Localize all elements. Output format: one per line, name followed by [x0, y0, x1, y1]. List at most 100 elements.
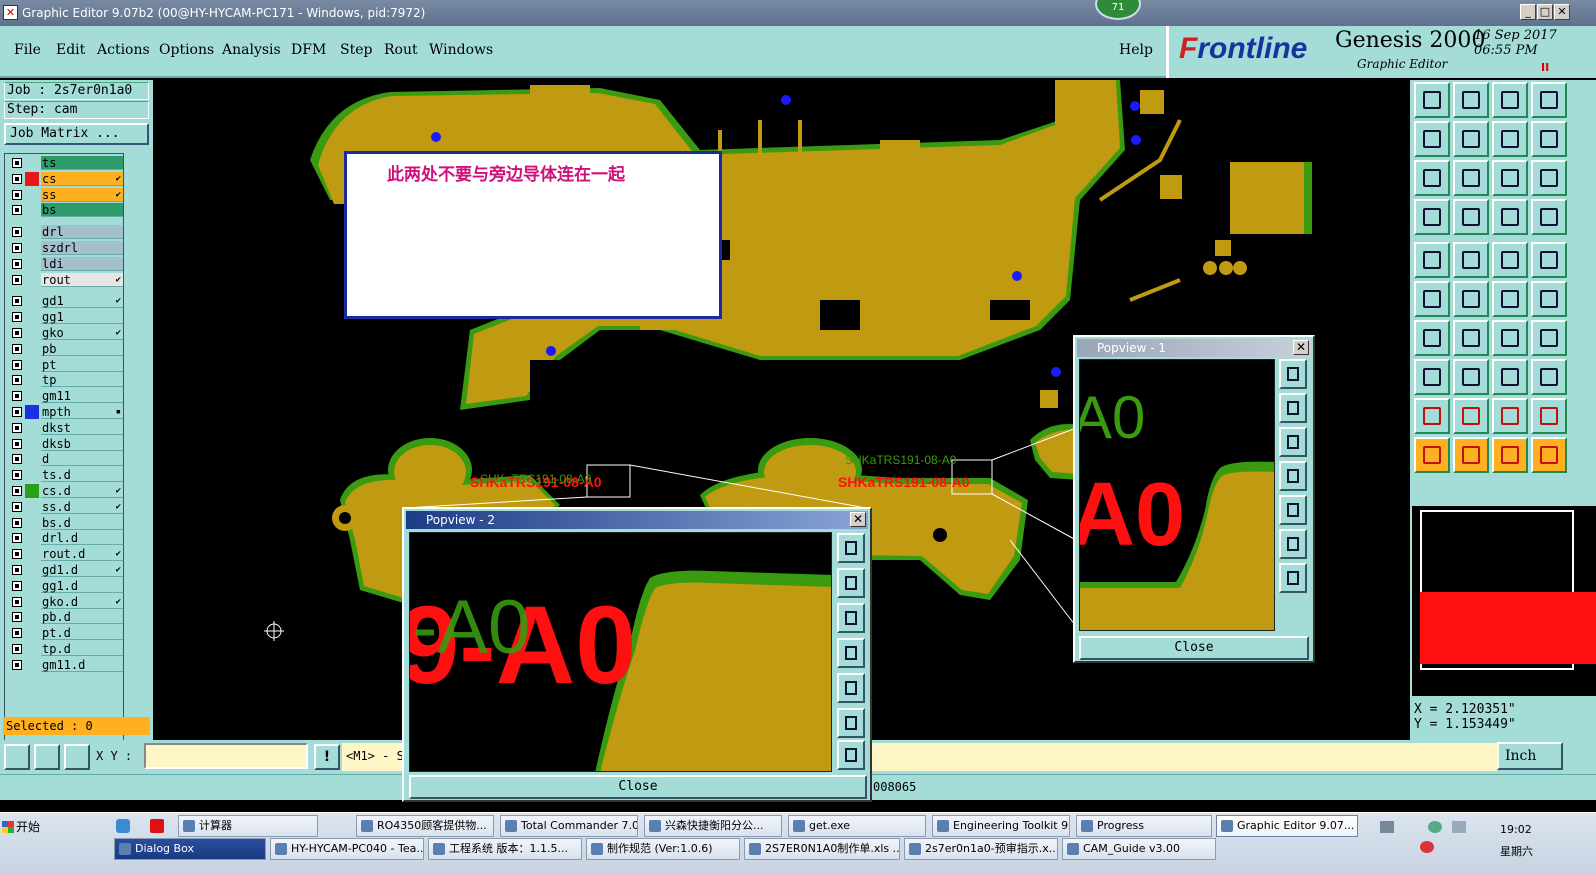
keyboard-icon[interactable] — [1380, 821, 1394, 833]
popview-1-close-button[interactable]: Close — [1079, 636, 1309, 660]
pv1-zoom-out-icon[interactable] — [1279, 563, 1307, 593]
quick-launch-icon[interactable] — [116, 819, 130, 833]
move-point-icon[interactable] — [1531, 281, 1567, 317]
task-calculator[interactable]: 计算器 — [178, 815, 318, 837]
menu-actions[interactable]: Actions — [97, 42, 150, 58]
menu-analysis[interactable]: Analysis — [222, 42, 281, 58]
scale-1-2-icon[interactable] — [1492, 160, 1528, 196]
layer-checkbox[interactable] — [12, 549, 22, 560]
pause-icon[interactable]: II — [1541, 61, 1549, 74]
task-graphic-editor[interactable]: Graphic Editor 9.07... — [1216, 815, 1358, 837]
layer-row-rout[interactable]: rout ✔ — [8, 272, 123, 287]
layer-row-d[interactable]: d — [8, 452, 123, 467]
menu-dfm[interactable]: DFM — [291, 42, 326, 58]
menu-edit[interactable]: Edit — [56, 42, 85, 58]
overview-map[interactable] — [1412, 506, 1596, 696]
layer-row-gg1[interactable]: gg1 — [8, 310, 123, 325]
select-b-icon[interactable] — [1492, 437, 1528, 473]
line-red-icon[interactable] — [1414, 320, 1450, 356]
xy-input[interactable] — [144, 743, 308, 769]
pv2-down-icon[interactable] — [837, 603, 865, 633]
layer-checkbox[interactable] — [12, 328, 22, 338]
snap-b-icon[interactable] — [1531, 199, 1567, 235]
layer-name[interactable]: gm11 — [41, 389, 123, 404]
move-right-icon[interactable] — [1453, 121, 1489, 157]
layer-name[interactable]: rout.d ✔ — [41, 547, 123, 562]
home-icon[interactable] — [1492, 82, 1528, 118]
pan-window-icon[interactable] — [1531, 82, 1567, 118]
copy-icon[interactable] — [1531, 359, 1567, 395]
layer-checkbox[interactable] — [12, 343, 22, 354]
layer-checkbox[interactable] — [12, 628, 22, 639]
security-icon[interactable] — [1420, 841, 1434, 853]
layer-name[interactable]: dksb — [41, 436, 123, 451]
align-icon[interactable] — [1531, 320, 1567, 356]
layer-name[interactable]: tp.d — [41, 642, 123, 656]
pdf-icon[interactable] — [150, 819, 164, 833]
layer-checkbox[interactable] — [12, 501, 22, 512]
layer-checkbox[interactable] — [12, 243, 22, 253]
layer-name[interactable]: ldi — [41, 256, 123, 271]
layer-checkbox[interactable] — [12, 391, 22, 402]
pad-icon[interactable] — [1531, 242, 1567, 278]
ruler-icon[interactable] — [1492, 242, 1528, 278]
tri-b-icon[interactable] — [1453, 398, 1489, 434]
menu-rout[interactable]: Rout — [384, 42, 418, 58]
layer-name[interactable]: cs.d ✔ — [41, 484, 123, 498]
pointer-icon[interactable] — [1414, 437, 1450, 473]
layer-name[interactable]: pb.d — [41, 610, 123, 625]
popview-1-view[interactable]: A0 -A0 — [1079, 359, 1275, 631]
layer-name[interactable]: ts — [41, 156, 123, 170]
layer-name[interactable]: bs — [41, 203, 123, 218]
layer-name[interactable]: d — [41, 452, 123, 467]
layer-row-cs-d[interactable]: cs.d ✔ — [8, 484, 123, 498]
layer-checkbox[interactable] — [12, 312, 22, 323]
pv2-left-icon[interactable] — [837, 638, 865, 668]
task-review-xls[interactable]: 2s7er0n1a0-预审指示.x... — [904, 838, 1058, 860]
task-order-xls[interactable]: 2S7ER0N1A0制作单.xls ... — [744, 838, 900, 860]
connect-icon[interactable] — [1414, 281, 1450, 317]
resize-icon[interactable] — [1492, 359, 1528, 395]
units-button[interactable]: Inch — [1497, 742, 1563, 770]
layer-name[interactable]: tp — [41, 373, 123, 388]
layer-name[interactable]: drl.d — [41, 531, 123, 546]
pv1-down-icon[interactable] — [1279, 427, 1307, 457]
pv1-up-icon[interactable] — [1279, 393, 1307, 423]
layer-row-drl[interactable]: drl — [8, 225, 123, 240]
layer-row-ts-d[interactable]: ts.d — [8, 468, 123, 483]
layer-checkbox[interactable] — [12, 359, 22, 370]
layer-row-gd1-d[interactable]: gd1.d ✔ — [8, 563, 123, 577]
minimize-button[interactable]: _ — [1520, 4, 1536, 20]
layer-checkbox[interactable] — [12, 407, 22, 417]
layer-row-tp[interactable]: tp — [8, 373, 123, 388]
layer-checkbox[interactable] — [12, 517, 22, 528]
layer-checkbox[interactable] — [12, 274, 22, 285]
layer-checkbox[interactable] — [12, 533, 22, 544]
layer-checkbox[interactable] — [12, 659, 22, 670]
layer-name[interactable]: ss.d ✔ — [41, 499, 123, 514]
draw-net-icon[interactable] — [1453, 242, 1489, 278]
layer-up-icon[interactable] — [1414, 82, 1450, 118]
layer-name[interactable]: gg1.d — [41, 578, 123, 593]
menu-options[interactable]: Options — [159, 42, 214, 58]
select-c-icon[interactable] — [1531, 437, 1567, 473]
layer-row-gd1[interactable]: gd1 ✔ — [8, 294, 123, 309]
layer-row-gko-d[interactable]: gko.d ✔ — [8, 594, 123, 609]
pv1-zoom-icon[interactable] — [1279, 359, 1307, 389]
eye-icon[interactable] — [1414, 199, 1450, 235]
layer-row-bs[interactable]: bs — [8, 203, 123, 218]
pv1-right-icon[interactable] — [1279, 495, 1307, 525]
layer-checkbox[interactable] — [12, 644, 22, 654]
layer-checkbox[interactable] — [12, 612, 22, 623]
pv2-zoom-icon[interactable] — [837, 533, 865, 563]
minus-icon[interactable] — [1453, 359, 1489, 395]
layer-name[interactable]: mpth ▪ — [41, 405, 123, 419]
layer-checkbox[interactable] — [12, 422, 22, 433]
pv2-zoom-in-icon[interactable] — [837, 708, 865, 738]
layer-name[interactable]: dkst — [41, 420, 123, 435]
layer-row-ss-d[interactable]: ss.d ✔ — [8, 499, 123, 514]
feature-info-icon[interactable] — [1414, 242, 1450, 278]
menu-windows[interactable]: Windows — [429, 42, 493, 58]
pv2-right-icon[interactable] — [837, 673, 865, 703]
layer-row-ts[interactable]: ts — [8, 156, 123, 170]
